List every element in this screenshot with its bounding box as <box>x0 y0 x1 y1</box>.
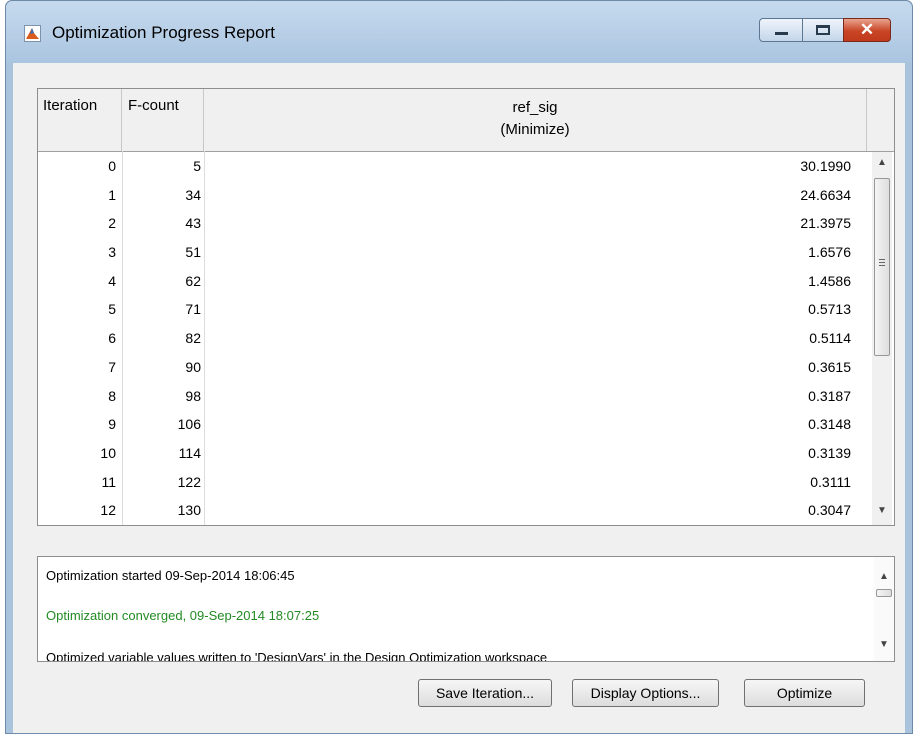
cell-fcount: 114 <box>178 444 201 461</box>
column-header-ref-sig-objective: (Minimize) <box>500 121 570 138</box>
cell-fcount: 98 <box>185 387 201 404</box>
cell-ref-sig: 0.3148 <box>808 416 851 433</box>
cell-ref-sig: 0.5114 <box>809 330 851 347</box>
table-row[interactable]: 8 98 0.3187 <box>38 382 867 411</box>
cell-fcount: 5 <box>193 158 201 174</box>
optimization-log[interactable]: Optimization started 09-Sep-2014 18:06:4… <box>37 556 895 662</box>
cell-iteration: 8 <box>108 387 116 404</box>
scroll-grip <box>879 265 885 266</box>
window-title: Optimization Progress Report <box>52 23 275 42</box>
log-line-variables-written: Optimized variable values written to 'De… <box>46 650 548 662</box>
cell-fcount: 62 <box>185 272 201 289</box>
cell-iteration: 12 <box>100 502 116 519</box>
maximize-icon <box>816 25 830 35</box>
minimize-button[interactable] <box>759 18 803 42</box>
scroll-grip <box>879 259 885 260</box>
cell-fcount: 71 <box>185 301 201 318</box>
cell-iteration: 11 <box>101 473 116 490</box>
table-scroll-thumb[interactable] <box>874 178 890 356</box>
column-header-fcount-label: F-count <box>128 97 179 114</box>
table-row[interactable]: 0 5 30.1990 <box>38 152 867 181</box>
maximize-button[interactable] <box>802 18 844 42</box>
table-row[interactable]: 3 51 1.6576 <box>38 238 867 267</box>
title-bar[interactable]: Optimization Progress Report ✕ <box>6 1 912 63</box>
save-iteration-button[interactable]: Save Iteration... <box>418 679 552 707</box>
column-header-fcount[interactable]: F-count <box>122 89 204 151</box>
cell-fcount: 82 <box>185 330 201 347</box>
cell-ref-sig: 0.3111 <box>810 473 851 490</box>
scroll-down-icon[interactable]: ▼ <box>872 505 892 516</box>
optimization-progress-window: Optimization Progress Report ✕ Iteration… <box>5 0 913 734</box>
table-row[interactable]: 5 71 0.5713 <box>38 295 867 324</box>
column-header-ref-sig[interactable]: ref_sig (Minimize) <box>204 89 867 151</box>
cell-ref-sig: 0.3047 <box>808 502 851 519</box>
cell-iteration: 9 <box>108 416 116 433</box>
cell-ref-sig: 0.3187 <box>808 387 851 404</box>
cell-ref-sig: 24.6634 <box>800 186 851 203</box>
cell-ref-sig: 21.3975 <box>800 215 851 232</box>
close-icon: ✕ <box>859 20 875 39</box>
cell-iteration: 4 <box>108 272 116 289</box>
cell-iteration: 2 <box>108 215 116 232</box>
scroll-grip <box>879 262 885 263</box>
table-row[interactable]: 9 106 0.3148 <box>38 410 867 439</box>
log-scroll-up-icon[interactable]: ▲ <box>874 571 894 582</box>
cell-ref-sig: 0.3615 <box>808 358 851 375</box>
cell-ref-sig: 1.6576 <box>808 244 851 261</box>
log-scroll-thumb[interactable] <box>876 589 892 597</box>
cell-fcount: 43 <box>185 215 201 232</box>
table-body: 0 5 30.1990 1 34 24.6634 2 43 21.3975 3 51 1.6576 4 6… <box>38 152 867 525</box>
cell-ref-sig: 0.3139 <box>808 444 851 461</box>
table-row[interactable]: 2 43 21.3975 <box>38 209 867 238</box>
table-row[interactable]: 10 114 0.3139 <box>38 439 867 468</box>
table-row[interactable]: 1 34 24.6634 <box>38 181 867 210</box>
column-header-iteration-label: Iteration <box>43 97 98 114</box>
cell-fcount: 51 <box>185 244 201 261</box>
table-row[interactable]: 7 90 0.3615 <box>38 353 867 382</box>
log-line-converged: Optimization converged, 09-Sep-2014 18:0… <box>46 608 320 623</box>
column-header-ref-sig-label: ref_sig <box>512 99 558 116</box>
cell-iteration: 6 <box>108 330 116 347</box>
window-client-area: Iteration F-count ref_sig (Minimize) 0 5 3… <box>13 63 905 733</box>
table-vertical-scrollbar[interactable]: ▲ ▼ <box>872 152 892 525</box>
cell-iteration: 3 <box>108 244 116 261</box>
minimize-icon <box>775 32 788 35</box>
cell-iteration: 0 <box>108 158 116 174</box>
table-header-corner <box>867 89 894 152</box>
iteration-table: Iteration F-count ref_sig (Minimize) 0 5 3… <box>37 88 895 526</box>
close-button[interactable]: ✕ <box>843 18 891 42</box>
table-row[interactable]: 12 130 0.3047 <box>38 496 867 525</box>
table-row[interactable]: 11 122 0.3111 <box>38 468 867 497</box>
display-options-button[interactable]: Display Options... <box>572 679 719 707</box>
matlab-logo-icon <box>24 25 41 42</box>
cell-iteration: 10 <box>100 444 116 461</box>
cell-fcount: 34 <box>185 186 201 203</box>
cell-fcount: 90 <box>185 358 201 375</box>
cell-iteration: 5 <box>108 301 116 318</box>
table-header: Iteration F-count ref_sig (Minimize) <box>38 89 867 152</box>
cell-ref-sig: 1.4586 <box>808 272 851 289</box>
cell-fcount: 122 <box>177 473 201 490</box>
cell-iteration: 7 <box>108 358 116 375</box>
cell-iteration: 1 <box>108 186 116 203</box>
cell-ref-sig: 0.5713 <box>808 301 851 318</box>
table-row[interactable]: 4 62 1.4586 <box>38 267 867 296</box>
cell-fcount: 130 <box>177 502 201 519</box>
log-line-started: Optimization started 09-Sep-2014 18:06:4… <box>46 568 295 583</box>
cell-ref-sig: 30.1990 <box>800 158 851 174</box>
optimize-button[interactable]: Optimize <box>744 679 865 707</box>
log-vertical-scrollbar[interactable]: ▲ ▼ <box>874 557 894 661</box>
log-scroll-down-icon[interactable]: ▼ <box>874 639 894 650</box>
scroll-up-icon[interactable]: ▲ <box>872 157 892 168</box>
cell-fcount: 106 <box>177 416 201 433</box>
column-header-iteration[interactable]: Iteration <box>38 89 122 151</box>
table-row[interactable]: 6 82 0.5114 <box>38 324 867 353</box>
